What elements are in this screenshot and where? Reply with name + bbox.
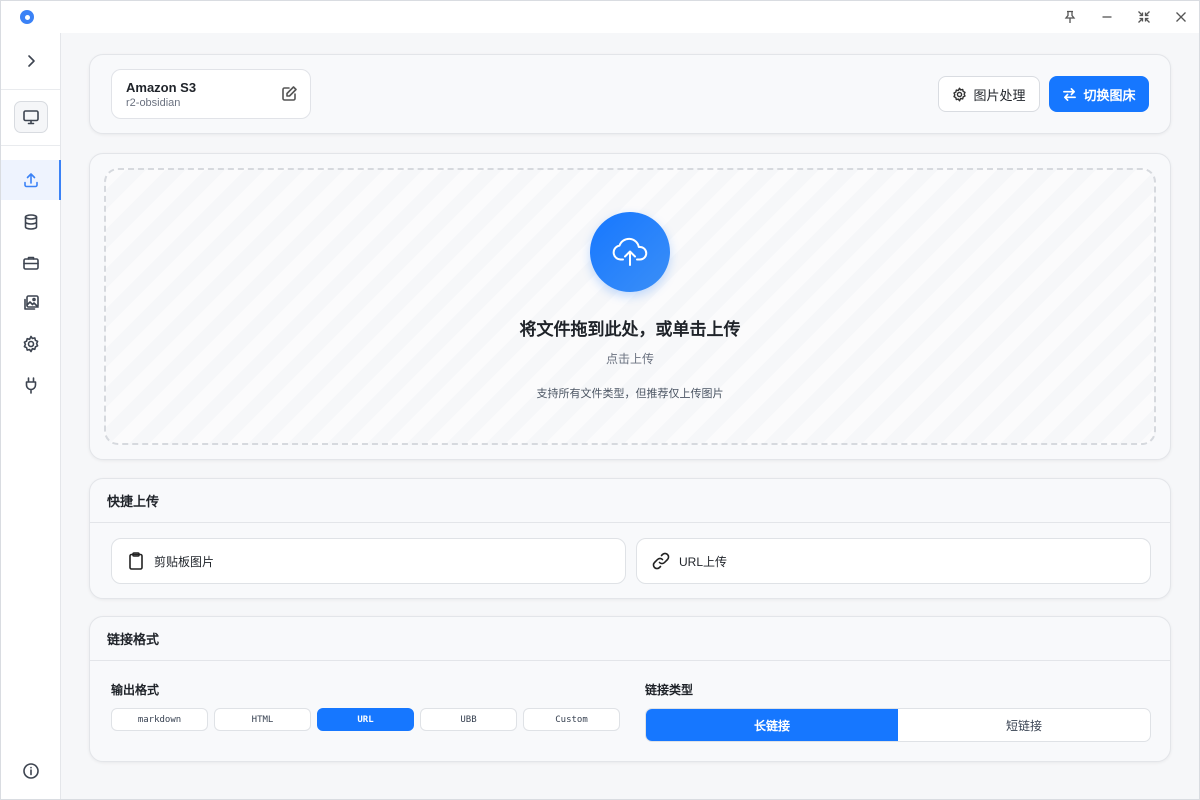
edit-storage-button[interactable]: [281, 85, 298, 102]
pin-button[interactable]: [1051, 1, 1088, 33]
dropzone-title: 将文件拖到此处，或单击上传: [106, 315, 1154, 340]
sidebar-divider: [1, 145, 60, 146]
image-process-label: 图片处理: [973, 85, 1025, 104]
format-option-custom[interactable]: Custom: [523, 708, 620, 731]
gear-icon: [22, 335, 40, 353]
close-icon: [1174, 10, 1188, 24]
sidebar-item-toolbox[interactable]: [1, 243, 61, 283]
format-option-markdown[interactable]: markdown: [111, 708, 208, 731]
output-format-group: markdown HTML URL UBB Custom: [111, 708, 620, 731]
pin-icon: [1063, 10, 1077, 24]
switch-arrows-icon: [1062, 87, 1077, 102]
chevron-right-icon: [22, 52, 40, 70]
current-storage-box[interactable]: Amazon S3 r2-obsidian: [111, 69, 311, 119]
upload-card: 将文件拖到此处，或单击上传 点击上传 支持所有文件类型，但推荐仅上传图片: [89, 153, 1171, 460]
edit-icon: [281, 85, 298, 102]
window-controls: [1051, 1, 1199, 33]
images-icon: [22, 294, 40, 312]
image-process-button[interactable]: 图片处理: [938, 76, 1040, 112]
sidebar-expand-button[interactable]: [15, 49, 47, 73]
switch-storage-button[interactable]: 切换图床: [1049, 76, 1149, 112]
clipboard-icon: [126, 551, 146, 571]
gear-icon: [952, 87, 967, 102]
link-format-card: 链接格式 输出格式 链接类型 markdown HTML URL UBB Cus…: [89, 616, 1171, 762]
sidebar-item-gallery[interactable]: [1, 283, 61, 323]
sidebar: [1, 33, 61, 799]
quick-upload-card: 快捷上传 剪贴板图片 URL上传: [89, 478, 1171, 599]
format-option-html[interactable]: HTML: [214, 708, 311, 731]
sidebar-item-upload[interactable]: [1, 160, 61, 200]
about-button[interactable]: [13, 757, 49, 785]
switch-storage-label: 切换图床: [1083, 85, 1135, 104]
format-option-ubb[interactable]: UBB: [420, 708, 517, 731]
upload-icon: [22, 171, 40, 189]
monitor-icon: [22, 108, 40, 126]
link-type-toggle: 长链接 短链接: [645, 708, 1151, 742]
link-icon: [651, 551, 671, 571]
briefcase-icon: [22, 254, 40, 272]
upload-dropzone[interactable]: 将文件拖到此处，或单击上传 点击上传 支持所有文件类型，但推荐仅上传图片: [104, 168, 1156, 445]
quick-upload-title: 快捷上传: [90, 479, 1170, 523]
storage-header-card: Amazon S3 r2-obsidian 图片处理 切换图床: [89, 54, 1171, 134]
close-button[interactable]: [1162, 1, 1199, 33]
database-icon: [22, 213, 40, 231]
minimize-button[interactable]: [1088, 1, 1125, 33]
link-type-label: 链接类型: [645, 681, 693, 698]
main-content: Amazon S3 r2-obsidian 图片处理 切换图床 将文件拖到此处: [61, 33, 1199, 799]
clipboard-upload-button[interactable]: 剪贴板图片: [111, 538, 626, 584]
storage-bucket: r2-obsidian: [126, 96, 296, 110]
sidebar-item-settings[interactable]: [1, 324, 61, 364]
restore-icon: [1137, 10, 1151, 24]
cloud-upload-icon: [590, 212, 670, 292]
format-option-url[interactable]: URL: [317, 708, 414, 731]
title-bar: [1, 1, 1199, 33]
app-logo-icon: [20, 10, 34, 24]
link-type-short[interactable]: 短链接: [898, 709, 1150, 741]
link-type-long[interactable]: 长链接: [646, 709, 898, 741]
clipboard-upload-label: 剪贴板图片: [154, 553, 214, 570]
sidebar-item-plugins[interactable]: [1, 365, 61, 405]
link-format-title: 链接格式: [90, 617, 1170, 661]
click-upload-text[interactable]: 点击上传: [106, 350, 1154, 367]
plug-icon: [22, 376, 40, 394]
minimize-icon: [1100, 10, 1114, 24]
restore-button[interactable]: [1125, 1, 1162, 33]
sidebar-item-storage[interactable]: [1, 202, 61, 242]
output-format-label: 输出格式: [111, 681, 159, 698]
sidebar-divider: [1, 89, 60, 90]
dropzone-hint: 支持所有文件类型，但推荐仅上传图片: [106, 385, 1154, 401]
url-upload-label: URL上传: [679, 553, 727, 570]
info-icon: [22, 762, 40, 780]
storage-name: Amazon S3: [126, 80, 296, 96]
monitor-button[interactable]: [14, 101, 48, 133]
app-window: Amazon S3 r2-obsidian 图片处理 切换图床 将文件拖到此处: [0, 0, 1200, 800]
url-upload-button[interactable]: URL上传: [636, 538, 1151, 584]
